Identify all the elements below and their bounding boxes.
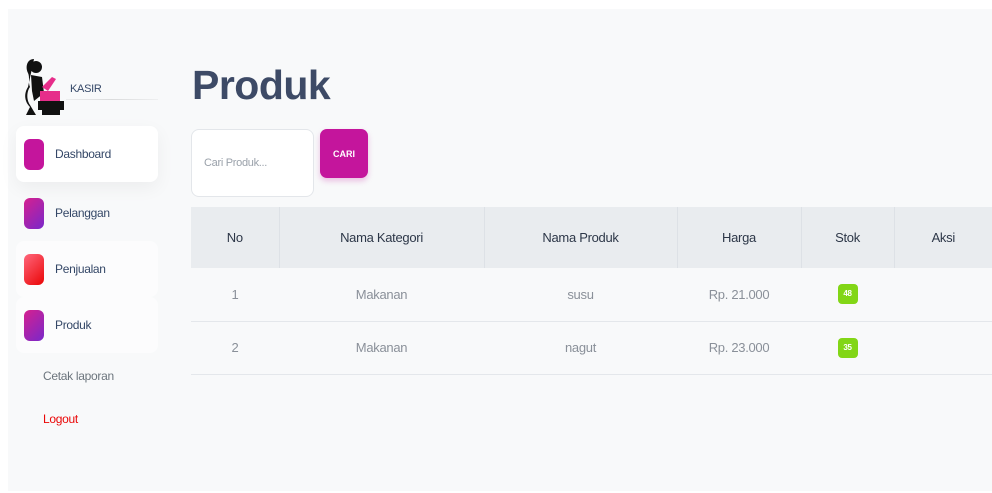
cell-no: 2 xyxy=(191,321,279,375)
search-button[interactable]: CARI xyxy=(320,129,368,178)
page-title: Produk xyxy=(192,62,331,108)
table-row: 2 Makanan nagut Rp. 23.000 35 xyxy=(191,321,992,375)
products-icon xyxy=(24,309,44,341)
logout-link[interactable]: Logout xyxy=(43,412,78,426)
sidebar-item-pelanggan[interactable]: Pelanggan xyxy=(16,185,158,241)
stok-badge: 35 xyxy=(837,337,858,358)
sidebar-item-label: Pelanggan xyxy=(55,206,110,220)
cell-produk: susu xyxy=(484,268,677,322)
table-row: 1 Makanan susu Rp. 21.000 48 xyxy=(191,268,992,322)
cetak-laporan-link[interactable]: Cetak laporan xyxy=(43,369,114,383)
sidebar-item-produk[interactable]: Produk xyxy=(16,297,158,353)
brand[interactable]: KASIR xyxy=(22,57,102,115)
sales-icon xyxy=(24,253,44,285)
cell-kategori: Makanan xyxy=(279,268,484,322)
sidebar-item-penjualan[interactable]: Penjualan xyxy=(16,241,158,297)
sidebar-item-label: Produk xyxy=(55,318,92,332)
customers-icon xyxy=(24,197,44,229)
dashboard-icon xyxy=(24,138,44,170)
column-header-nama-produk: Nama Produk xyxy=(483,207,677,268)
sidebar-item-label: Penjualan xyxy=(55,262,106,276)
cell-stok: 35 xyxy=(801,321,894,375)
cell-no: 1 xyxy=(191,268,279,322)
cell-aksi xyxy=(894,321,992,375)
sidebar-divider xyxy=(66,99,158,100)
cell-produk: nagut xyxy=(484,321,677,375)
column-header-harga: Harga xyxy=(676,207,801,268)
cashier-logo-icon xyxy=(25,59,64,115)
column-header-aksi: Aksi xyxy=(893,207,992,268)
column-header-no: No xyxy=(191,207,279,268)
cell-stok: 48 xyxy=(801,268,894,322)
column-header-nama-kategori: Nama Kategori xyxy=(278,207,484,268)
cell-harga: Rp. 23.000 xyxy=(677,321,801,375)
brand-name: KASIR xyxy=(70,83,102,95)
cell-harga: Rp. 21.000 xyxy=(677,268,801,322)
sidebar-item-dashboard[interactable]: Dashboard xyxy=(16,126,158,182)
search-input[interactable] xyxy=(191,129,314,197)
table-header-row: No Nama Kategori Nama Produk Harga Stok … xyxy=(191,207,992,268)
sidebar-item-label: Dashboard xyxy=(55,147,112,161)
stok-badge: 48 xyxy=(837,284,858,305)
cell-kategori: Makanan xyxy=(279,321,484,375)
product-table: No Nama Kategori Nama Produk Harga Stok … xyxy=(191,207,992,375)
cell-aksi xyxy=(894,268,992,322)
column-header-stok: Stok xyxy=(800,207,894,268)
